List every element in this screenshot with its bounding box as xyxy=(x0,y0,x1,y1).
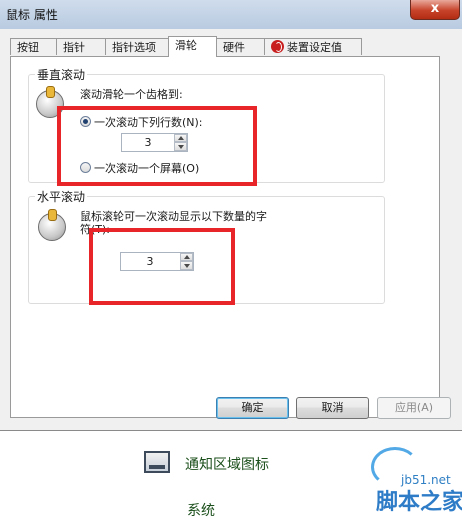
close-icon: x xyxy=(430,1,440,16)
ok-button[interactable]: 确定 xyxy=(216,397,289,419)
apply-button[interactable]: 应用(A) xyxy=(377,397,451,419)
device-settings-icon xyxy=(271,40,284,53)
mouse-properties-dialog: 鼠标 属性 x 按钮 指针 指针选项 滑轮 硬件 装置设定值 垂直滚动 滚动滑轮… xyxy=(0,0,462,431)
tab-pointers[interactable]: 指针 xyxy=(56,38,106,55)
tab-device-settings[interactable]: 装置设定值 xyxy=(264,38,362,55)
notification-area-link[interactable]: 通知区域图标 xyxy=(185,454,269,474)
red-highlight-box-horizontal xyxy=(89,228,235,305)
notification-area-icon xyxy=(144,451,170,473)
tab-buttons[interactable]: 按钮 xyxy=(10,38,57,55)
horizontal-wheel-icon xyxy=(38,209,66,241)
title-bar[interactable]: 鼠标 属性 x xyxy=(0,0,462,29)
vertical-group-label: 垂直滚动 xyxy=(35,66,88,83)
tab-pointer-options[interactable]: 指针选项 xyxy=(105,38,169,55)
horizontal-group-label: 水平滚动 xyxy=(35,188,88,205)
tab-wheel[interactable]: 滑轮 xyxy=(168,36,217,57)
system-link[interactable]: 系统 xyxy=(187,500,215,520)
watermark-name: 脚本之家 xyxy=(376,490,462,515)
red-highlight-box-vertical xyxy=(57,106,257,186)
vertical-instruction: 滚动滑轮一个齿格到: xyxy=(80,88,183,101)
close-button[interactable]: x xyxy=(410,0,460,20)
cancel-button[interactable]: 取消 xyxy=(296,397,369,419)
tab-hardware[interactable]: 硬件 xyxy=(216,38,265,55)
window-title: 鼠标 属性 xyxy=(6,8,58,22)
